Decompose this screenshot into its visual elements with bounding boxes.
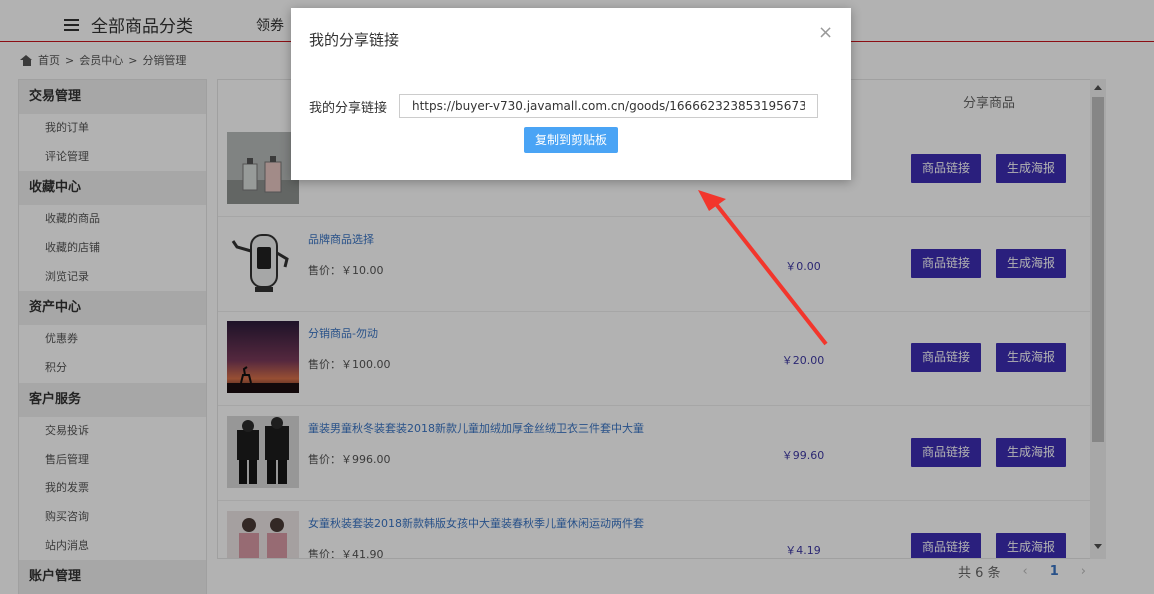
annotation-arrow-icon bbox=[698, 190, 828, 346]
